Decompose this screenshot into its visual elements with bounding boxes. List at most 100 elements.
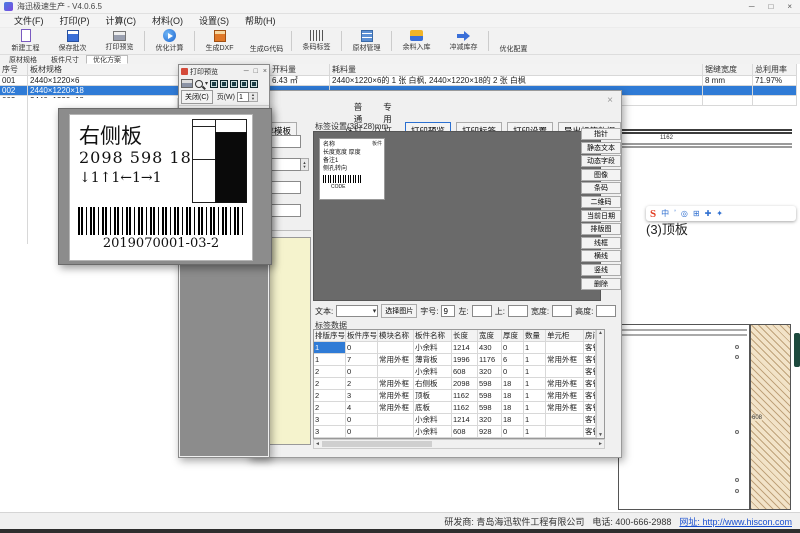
toolbar-button-原材管理[interactable]: 原材管理 (343, 28, 390, 54)
spinner-buttons[interactable]: ▲▼ (301, 158, 309, 171)
zoom-icon[interactable] (195, 80, 203, 88)
toolbar-button-冲减库存[interactable]: 冲减库存 (440, 28, 487, 54)
menu-item-4[interactable]: 材料(O) (144, 14, 191, 27)
label-template[interactable]: 名称 板件 长度宽度 厚度 备注1 侧孔转向 CODE (319, 138, 385, 200)
layout-button-4[interactable] (240, 80, 248, 88)
layout-button-5[interactable] (250, 80, 258, 88)
sheet-row-001[interactable]: 0012440×1220×66.43 ㎡2440×1220×6的 1 张 白枫,… (0, 76, 797, 86)
status-url-link[interactable]: http://www.hiscon.com (702, 517, 792, 527)
menu-item-2[interactable]: 打印(P) (52, 14, 98, 27)
spinner-down-icon[interactable]: ▼ (303, 165, 307, 169)
ime-icon-4[interactable]: ⊞ (693, 209, 700, 218)
tool-button-静态文本[interactable]: 静态文本 (581, 142, 621, 154)
ime-icon-2[interactable]: ʼ (674, 209, 676, 218)
toolbar-button-生成DXF[interactable]: 生成DXF (196, 28, 243, 54)
toolbar-button-label: 新建工程 (12, 43, 40, 53)
scrollbar-thumb[interactable] (322, 441, 432, 447)
tool-button-线框[interactable]: 线框 (581, 237, 621, 249)
menu-item-3[interactable]: 计算(C) (98, 14, 145, 27)
toolbar-button-打印预览[interactable]: 打印预览 (96, 28, 143, 54)
data-cell: 18 (502, 414, 524, 426)
toolbar-button-生成G代码[interactable]: 生成G代码 (243, 28, 290, 54)
template-barcode[interactable] (323, 175, 361, 183)
template-drill-line[interactable]: 侧孔转向 (323, 165, 381, 173)
preview-maximize-icon[interactable]: □ (254, 68, 258, 75)
menu-item-1[interactable]: 文件(F) (6, 14, 52, 27)
tool-button-动态字段[interactable]: 动态字段 (581, 155, 621, 167)
tool-button-删除[interactable]: 删除 (581, 278, 621, 290)
data-table-row[interactable]: 17常用外框薄背板1996117661常用外框客餐厅 (314, 354, 604, 366)
preview-minimize-icon[interactable]: ─ (244, 68, 249, 75)
sheets-column-header: 耗料量 (330, 64, 703, 76)
tab-原材规格[interactable]: 原材规格 (2, 55, 44, 64)
scroll-down-icon[interactable]: ▼ (598, 432, 603, 438)
layout-button-3[interactable] (230, 80, 238, 88)
menu-item-6[interactable]: 帮助(H) (237, 14, 284, 27)
scroll-left-icon[interactable]: ◄ (315, 441, 320, 447)
vertical-scrollbar[interactable]: ▲ ▼ (596, 330, 604, 438)
tool-button-竖线[interactable]: 竖线 (581, 264, 621, 276)
menu-item-5[interactable]: 设置(S) (191, 14, 237, 27)
layout-button-1[interactable] (210, 80, 218, 88)
top-input[interactable] (508, 305, 528, 317)
data-cell: 小余料 (414, 342, 452, 354)
template-corner-text[interactable]: 板件 (372, 140, 382, 148)
template-size-line[interactable]: 长度宽度 厚度 (323, 149, 381, 157)
tool-button-当前日期[interactable]: 当前日期 (581, 210, 621, 222)
data-table-row[interactable]: 24常用外框底板1162598181常用外框客餐厅 (314, 402, 604, 414)
tool-button-二维码[interactable]: 二维码 (581, 196, 621, 208)
horizontal-scrollbar[interactable]: ◄ ► (313, 439, 605, 449)
tool-button-条码[interactable]: 条码 (581, 182, 621, 194)
left-input[interactable] (472, 305, 492, 317)
close-icon[interactable]: × (787, 2, 792, 11)
tab-优化方案[interactable]: 优化方案 (86, 55, 128, 64)
data-table-row[interactable]: 20小余料60832001客餐厅 (314, 366, 604, 378)
text-select[interactable] (336, 305, 378, 317)
zoom-dropdown-icon[interactable]: ▾ (205, 80, 208, 87)
width-input[interactable] (552, 305, 572, 317)
tool-button-指针[interactable]: 指针 (581, 128, 621, 140)
toolbar-button-保存批次[interactable]: 保存批次 (49, 28, 96, 54)
ime-toolbar[interactable]: S 中ʼ ◎ ⊞ ✚ ✦ (646, 206, 796, 221)
data-table-row[interactable]: 23常用外框顶板1162598181常用外框客餐厅 (314, 390, 604, 402)
data-table-row[interactable]: 22常用外框右侧板2098598181常用外框客餐厅 (314, 378, 604, 390)
font-size-input[interactable] (441, 305, 455, 317)
page-spinner-buttons[interactable]: ▲▼ (249, 92, 258, 102)
toolbar-button-新建工程[interactable]: 新建工程 (2, 28, 49, 54)
toolbar-button-余料入库[interactable]: 余料入库 (393, 28, 440, 54)
scroll-up-icon[interactable]: ▲ (598, 330, 603, 336)
height-input[interactable] (596, 305, 616, 317)
print-icon[interactable] (181, 79, 193, 88)
template-note-line[interactable]: 备注1 (323, 157, 381, 165)
toolbar-button-条码标签[interactable]: 条码标签 (293, 28, 340, 54)
page-number-input[interactable] (237, 92, 249, 102)
layout-button-2[interactable] (220, 80, 228, 88)
spinner-down-icon[interactable]: ▼ (251, 97, 255, 101)
tab-板件尺寸[interactable]: 板件尺寸 (44, 55, 86, 64)
data-cell (378, 342, 414, 354)
data-table-row[interactable]: 10小余料121443001客餐厅 (314, 342, 604, 354)
preview-close-button[interactable]: 关闭(C) (181, 90, 213, 104)
ime-icon-3[interactable]: ◎ (681, 209, 688, 218)
ime-logo-icon[interactable]: S (650, 208, 656, 220)
select-image-button[interactable]: 选择图片 (381, 304, 417, 318)
preview-close-icon[interactable]: × (263, 68, 267, 75)
toolbar-button-label: 原材管理 (353, 43, 381, 53)
cad-dimension-right: 608 (752, 415, 762, 421)
scroll-right-icon[interactable]: ► (598, 441, 603, 447)
data-table-row[interactable]: 30小余料60892801客餐厅 (314, 426, 604, 438)
ime-icon-5[interactable]: ✚ (705, 209, 712, 218)
data-table-row[interactable]: 30小余料1214320181客餐厅 (314, 414, 604, 426)
tool-button-横线[interactable]: 横线 (581, 250, 621, 262)
maximize-icon[interactable]: □ (768, 2, 773, 11)
tool-button-图像[interactable]: 图像 (581, 169, 621, 181)
minimize-icon[interactable]: ─ (749, 2, 755, 11)
toolbar-button-优化配置[interactable]: 优化配置 (490, 28, 537, 54)
toolbar-button-优化计算[interactable]: 优化计算 (146, 28, 193, 54)
data-column-header: 单元柜 (546, 330, 584, 342)
ime-icon-1[interactable]: 中 (661, 208, 669, 219)
diagram-highlighted-part (215, 132, 247, 203)
ime-icon-6[interactable]: ✦ (716, 209, 723, 218)
label-design-canvas[interactable]: 名称 板件 长度宽度 厚度 备注1 侧孔转向 CODE (313, 131, 601, 301)
tool-button-排版图[interactable]: 排版图 (581, 223, 621, 235)
